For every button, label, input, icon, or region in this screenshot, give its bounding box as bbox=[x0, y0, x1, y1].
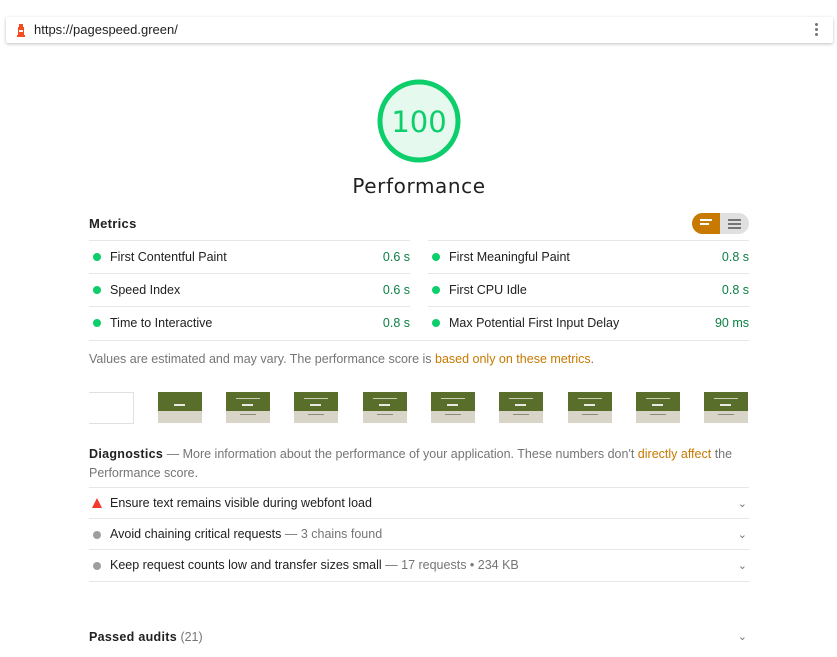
pass-icon bbox=[93, 286, 101, 294]
directly-affect-link[interactable]: directly affect bbox=[638, 447, 711, 461]
metric-label: First Contentful Paint bbox=[110, 250, 227, 264]
diagnostics-desc: — More information about the performance… bbox=[163, 447, 638, 461]
metrics-note: Values are estimated and may vary. The p… bbox=[89, 352, 594, 366]
audit-label: Ensure text remains visible during webfo… bbox=[110, 496, 372, 510]
pass-icon bbox=[432, 319, 440, 327]
audit-display: — 17 requests • 234 KB bbox=[381, 558, 519, 572]
chevron-down-icon[interactable]: ⌄ bbox=[738, 630, 747, 643]
filmstrip bbox=[89, 392, 749, 424]
passed-audits-title: Passed audits bbox=[89, 630, 177, 644]
diagnostics-description: Diagnostics — More information about the… bbox=[89, 445, 749, 483]
toggle-expanded-view[interactable] bbox=[721, 213, 749, 234]
metric-label: Speed Index bbox=[110, 283, 181, 297]
metric-first-contentful-paint: First Contentful Paint 0.6 s bbox=[89, 240, 410, 274]
filmstrip-frame bbox=[568, 392, 612, 423]
pass-icon bbox=[93, 319, 101, 327]
passed-audits-toggle[interactable]: Passed audits (21) ⌄ bbox=[89, 628, 749, 648]
url-bar: https://pagespeed.green/ bbox=[6, 17, 833, 43]
filmstrip-frame bbox=[89, 392, 134, 424]
filmstrip-frame bbox=[294, 392, 338, 423]
audit-label: Avoid chaining critical requests bbox=[110, 527, 282, 541]
audit-display: — 3 chains found bbox=[281, 527, 383, 541]
audit-critical-request-chains[interactable]: Avoid chaining critical requests — 3 cha… bbox=[89, 518, 749, 550]
audit-label: Keep request counts low and transfer siz… bbox=[110, 558, 382, 572]
chevron-down-icon[interactable]: ⌄ bbox=[738, 528, 747, 541]
divider bbox=[89, 340, 749, 341]
chevron-down-icon[interactable]: ⌄ bbox=[738, 497, 747, 510]
chevron-down-icon[interactable]: ⌄ bbox=[738, 559, 747, 572]
metrics-link[interactable]: based only on these metrics bbox=[435, 352, 591, 366]
metric-value: 0.8 s bbox=[721, 250, 749, 264]
metric-value: 0.6 s bbox=[382, 283, 410, 297]
note-suffix: . bbox=[590, 352, 595, 366]
pass-icon bbox=[432, 253, 440, 261]
metric-first-meaningful-paint: First Meaningful Paint 0.8 s bbox=[428, 240, 749, 274]
filmstrip-frame bbox=[363, 392, 407, 423]
gauge-title: Performance bbox=[352, 174, 486, 198]
lighthouse-icon bbox=[17, 24, 25, 37]
note-text: Values are estimated and may vary. The p… bbox=[89, 352, 435, 366]
divider bbox=[89, 581, 749, 582]
metric-first-cpu-idle: First CPU Idle 0.8 s bbox=[428, 273, 749, 307]
metric-time-to-interactive: Time to Interactive 0.8 s bbox=[89, 306, 410, 340]
metric-label: Max Potential First Input Delay bbox=[449, 316, 620, 330]
page-url: https://pagespeed.green/ bbox=[34, 22, 178, 37]
filmstrip-frame bbox=[431, 392, 475, 423]
filmstrip-frame bbox=[158, 392, 202, 423]
info-icon bbox=[93, 531, 101, 539]
pass-icon bbox=[432, 286, 440, 294]
more-menu-icon[interactable] bbox=[813, 22, 819, 38]
filmstrip-frame bbox=[704, 392, 748, 423]
filmstrip-frame bbox=[226, 392, 270, 423]
metric-label: First Meaningful Paint bbox=[449, 250, 570, 264]
filmstrip-frame bbox=[499, 392, 543, 423]
metric-label: First CPU Idle bbox=[449, 283, 527, 297]
performance-score: 100 bbox=[391, 105, 447, 139]
metrics-title: Metrics bbox=[89, 216, 137, 231]
metric-speed-index: Speed Index 0.6 s bbox=[89, 273, 410, 307]
diagnostics-title: Diagnostics bbox=[89, 447, 164, 461]
metric-value: 90 ms bbox=[714, 316, 749, 330]
metric-max-potential-fid: Max Potential First Input Delay 90 ms bbox=[428, 306, 749, 340]
fail-icon bbox=[92, 498, 102, 508]
audit-font-display[interactable]: Ensure text remains visible during webfo… bbox=[89, 487, 749, 519]
passed-audits-count: (21) bbox=[176, 630, 203, 644]
metric-value: 0.8 s bbox=[721, 283, 749, 297]
info-icon bbox=[93, 562, 101, 570]
metric-label: Time to Interactive bbox=[110, 316, 213, 330]
toggle-compact-view[interactable] bbox=[692, 213, 720, 234]
metrics-view-toggle[interactable] bbox=[692, 213, 749, 234]
audit-resource-summary[interactable]: Keep request counts low and transfer siz… bbox=[89, 549, 749, 581]
pass-icon bbox=[93, 253, 101, 261]
metric-value: 0.8 s bbox=[382, 316, 410, 330]
filmstrip-frame bbox=[636, 392, 680, 423]
metric-value: 0.6 s bbox=[382, 250, 410, 264]
